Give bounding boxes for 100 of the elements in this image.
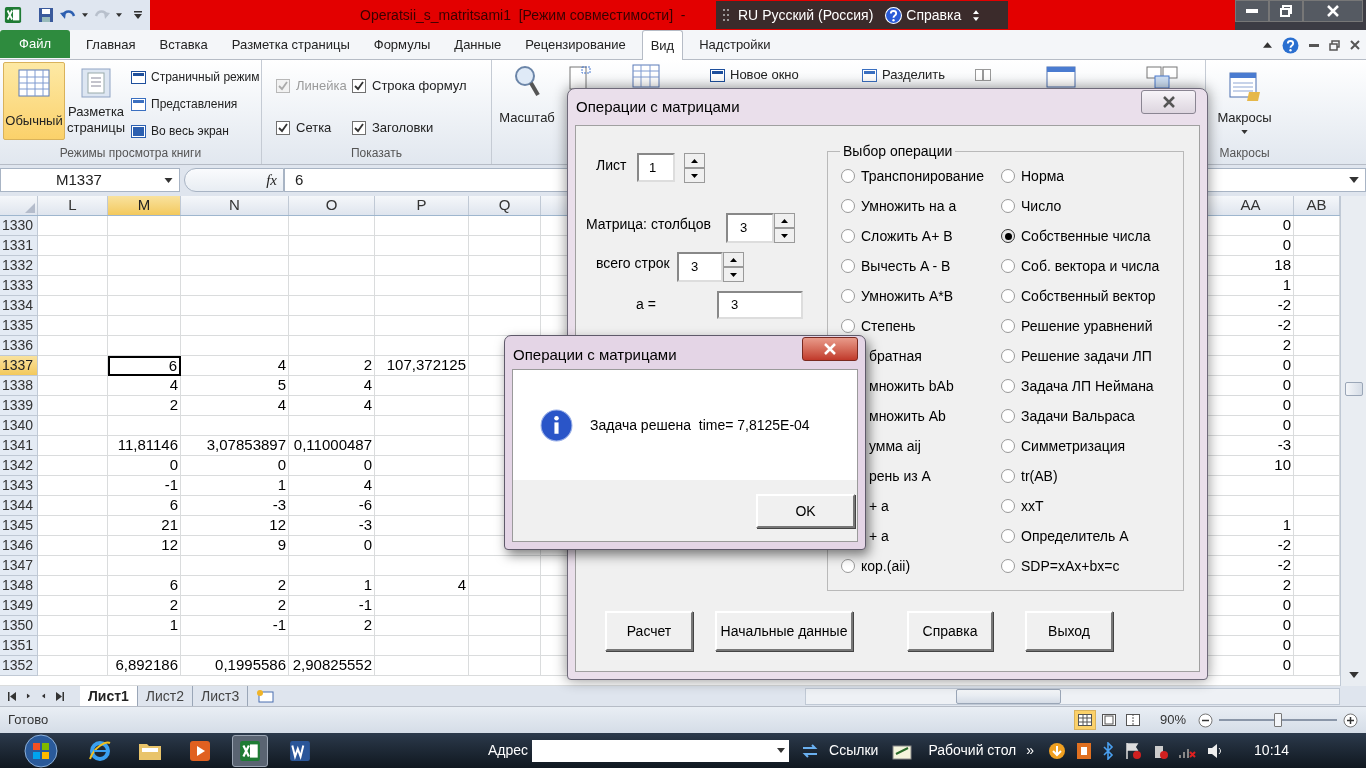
- row-header[interactable]: 1349: [0, 596, 38, 616]
- radio-button[interactable]: [841, 169, 855, 183]
- zoom-slider[interactable]: [1219, 712, 1337, 728]
- go-icon[interactable]: [801, 742, 820, 759]
- first-sheet-icon[interactable]: [8, 691, 16, 701]
- dialog-button[interactable]: Справка: [907, 611, 993, 651]
- file-tab[interactable]: Файл: [0, 30, 70, 58]
- restore-icon[interactable]: [1329, 39, 1340, 51]
- ribbon-tab[interactable]: Рецензирование: [517, 31, 634, 59]
- view-option-button[interactable]: Страничный режим: [131, 67, 260, 87]
- radio-button[interactable]: [1001, 439, 1015, 453]
- row-header[interactable]: 1335: [0, 316, 38, 336]
- name-box[interactable]: M1337: [0, 168, 180, 192]
- radio-button[interactable]: [841, 229, 855, 243]
- customize-toolbar-icon[interactable]: [134, 11, 142, 19]
- row-header[interactable]: 1332: [0, 256, 38, 276]
- dialog-button[interactable]: Выход: [1025, 611, 1113, 651]
- row-header[interactable]: 1338: [0, 376, 38, 396]
- view-button[interactable]: [1074, 710, 1096, 730]
- horizontal-scrollbar[interactable]: [805, 687, 1340, 705]
- column-header[interactable]: O: [289, 196, 375, 215]
- row-header[interactable]: 1340: [0, 416, 38, 436]
- columns-field[interactable]: 3: [726, 213, 774, 243]
- more-toolbar-label[interactable]: »: [1026, 740, 1035, 761]
- dialog-button[interactable]: Начальные данные: [715, 611, 853, 651]
- update-icon[interactable]: [1048, 741, 1067, 760]
- radio-button[interactable]: [841, 259, 855, 273]
- scroll-thumb[interactable]: [1344, 382, 1363, 396]
- row-header[interactable]: 1339: [0, 396, 38, 416]
- ribbon-tab[interactable]: Вид: [641, 30, 684, 60]
- row-header[interactable]: 1341: [0, 436, 38, 456]
- row-header[interactable]: 1351: [0, 636, 38, 656]
- ribbon-tab[interactable]: Надстройки: [691, 31, 779, 59]
- radio-button[interactable]: [1001, 319, 1015, 333]
- radio-button[interactable]: [1001, 409, 1015, 423]
- row-header[interactable]: 1333: [0, 276, 38, 296]
- flag-icon[interactable]: [1124, 741, 1143, 760]
- radio-button[interactable]: [1001, 529, 1015, 543]
- row-header[interactable]: 1334: [0, 296, 38, 316]
- radio-button[interactable]: [841, 199, 855, 213]
- close-button[interactable]: [1141, 90, 1196, 114]
- zoom-out-icon[interactable]: [1198, 712, 1213, 728]
- minimize-button[interactable]: [1235, 0, 1269, 22]
- radio-button[interactable]: [1001, 559, 1015, 573]
- row-header[interactable]: 1348: [0, 576, 38, 596]
- radio-button[interactable]: [1001, 169, 1015, 183]
- checkbox[interactable]: [352, 120, 366, 135]
- spin-down-button[interactable]: [723, 267, 744, 282]
- radio-button[interactable]: [1001, 349, 1015, 363]
- spin-up-button[interactable]: [684, 153, 705, 168]
- ribbon-tab[interactable]: Данные: [446, 31, 510, 59]
- radio-button[interactable]: [1001, 229, 1015, 243]
- restore-button[interactable]: [1269, 0, 1303, 22]
- spin-down-button[interactable]: [684, 168, 705, 183]
- close-button[interactable]: [802, 337, 858, 361]
- taskbar-app[interactable]: [232, 734, 268, 767]
- row-header[interactable]: 1336: [0, 336, 38, 356]
- radio-button[interactable]: [1001, 499, 1015, 513]
- view-option-button[interactable]: Представления: [131, 94, 260, 114]
- minimize-icon[interactable]: [1309, 43, 1319, 47]
- clock[interactable]: 10:14: [1254, 740, 1290, 761]
- close-icon[interactable]: [1350, 40, 1360, 50]
- zoom-in-icon[interactable]: [1343, 712, 1358, 728]
- sheet-tab[interactable]: Лист1: [80, 686, 138, 706]
- row-header[interactable]: 1342: [0, 456, 38, 476]
- ribbon-tab[interactable]: Формулы: [365, 31, 439, 59]
- vertical-scrollbar[interactable]: [1340, 196, 1366, 686]
- save-icon[interactable]: [38, 7, 54, 23]
- language-code[interactable]: RU: [738, 4, 759, 26]
- function-label[interactable]: fx: [266, 168, 277, 192]
- app-tray-icon[interactable]: [1076, 741, 1093, 760]
- view-mode-button[interactable]: Разметка страницы: [65, 62, 127, 140]
- row-header[interactable]: 1347: [0, 556, 38, 576]
- address-field[interactable]: [532, 739, 790, 762]
- rows-field[interactable]: 3: [677, 252, 723, 282]
- window-button[interactable]: Новое окно: [710, 66, 862, 84]
- radio-button[interactable]: [841, 289, 855, 303]
- last-sheet-icon[interactable]: [56, 691, 64, 701]
- scalar-field[interactable]: 3: [717, 291, 803, 319]
- ribbon-tab[interactable]: Главная: [78, 31, 144, 59]
- row-header[interactable]: 1343: [0, 476, 38, 496]
- spin-up-button[interactable]: [774, 213, 795, 228]
- radio-button[interactable]: [1001, 469, 1015, 483]
- column-header[interactable]: N: [181, 196, 289, 215]
- zoom-button[interactable]: Масштаб: [496, 64, 558, 128]
- desktop-label[interactable]: Рабочий стол: [928, 740, 1017, 761]
- ribbon-tab[interactable]: Вставка: [151, 31, 216, 59]
- row-header[interactable]: 1330: [0, 216, 38, 236]
- zoom-percent[interactable]: 90%: [1160, 710, 1196, 730]
- row-header[interactable]: 1337: [0, 356, 38, 376]
- checkbox[interactable]: [276, 120, 290, 135]
- radio-button[interactable]: [841, 319, 855, 333]
- language-name[interactable]: Русский (Россия): [762, 4, 874, 26]
- row-header[interactable]: 1352: [0, 656, 38, 676]
- links-label[interactable]: Ссылки: [829, 740, 879, 761]
- radio-button[interactable]: [841, 559, 855, 573]
- checkbox[interactable]: [352, 79, 366, 93]
- sheet-field[interactable]: 1: [637, 153, 675, 182]
- close-button[interactable]: [1303, 0, 1363, 22]
- macros-button[interactable]: Макросы: [1206, 60, 1283, 134]
